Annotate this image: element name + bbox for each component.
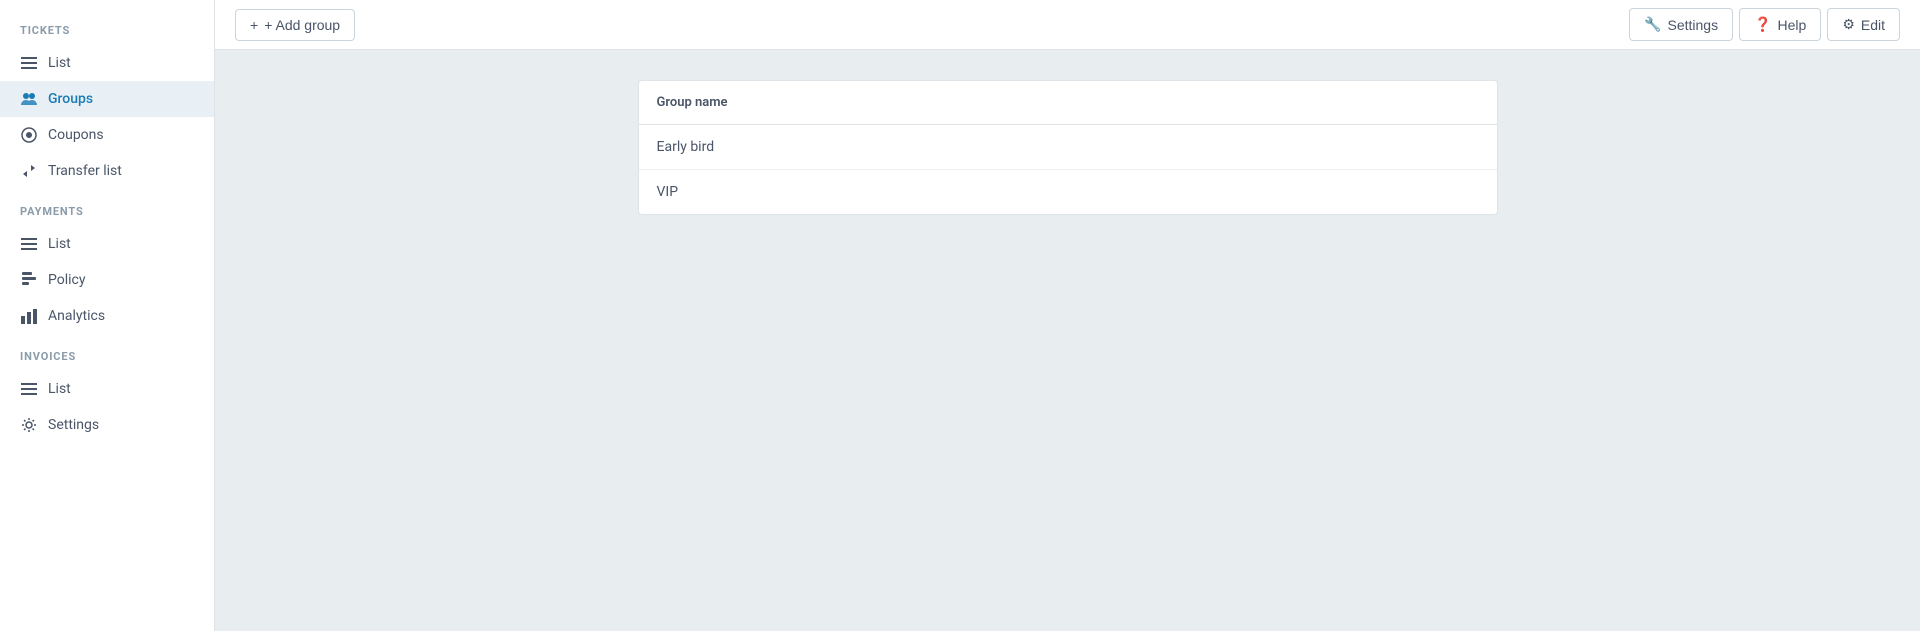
settings-label: Settings (1667, 17, 1718, 33)
edit-icon: ⚙ (1842, 16, 1855, 33)
list-icon (20, 235, 38, 253)
table-row[interactable]: Early bird (639, 125, 1497, 170)
content-area: Group name Early birdVIP (215, 50, 1920, 631)
analytics-icon (20, 307, 38, 325)
sidebar-item-label-payments-list: List (48, 236, 71, 252)
sidebar-item-label-payments-analytics: Analytics (48, 308, 105, 324)
sidebar-item-invoices-list[interactable]: List (0, 371, 214, 407)
help-icon: ❓ (1754, 16, 1771, 33)
add-group-button[interactable]: + + Add group (235, 9, 355, 41)
sidebar-item-payments-analytics[interactable]: Analytics (0, 298, 214, 334)
sidebar-item-payments-list[interactable]: List (0, 226, 214, 262)
wrench-icon: 🔧 (1644, 16, 1661, 33)
table-header: Group name (639, 81, 1497, 125)
sidebar-item-label-tickets-groups: Groups (48, 91, 93, 107)
sidebar-item-tickets-list[interactable]: List (0, 45, 214, 81)
sidebar-section-label: INVOICES (0, 334, 214, 371)
edit-button[interactable]: ⚙ Edit (1827, 8, 1900, 41)
sidebar-item-payments-policy[interactable]: Policy (0, 262, 214, 298)
table-row[interactable]: VIP (639, 170, 1497, 214)
coupons-icon (20, 126, 38, 144)
topbar-right: 🔧 Settings ❓ Help ⚙ Edit (1629, 8, 1900, 41)
sidebar-item-label-invoices-list: List (48, 381, 71, 397)
groups-table-card: Group name Early birdVIP (638, 80, 1498, 215)
sidebar-section-label: TICKETS (0, 8, 214, 45)
sidebar-item-label-tickets-list: List (48, 55, 71, 71)
sidebar-item-tickets-coupons[interactable]: Coupons (0, 117, 214, 153)
topbar: + + Add group 🔧 Settings ❓ Help ⚙ Edit (215, 0, 1920, 50)
plus-icon: + (250, 17, 258, 33)
sidebar-item-tickets-groups[interactable]: Groups (0, 81, 214, 117)
add-group-label: + Add group (264, 17, 340, 33)
sidebar: TICKETS List Groups Coupons Transfer list PAY… (0, 0, 215, 631)
help-label: Help (1778, 17, 1807, 33)
settings-icon (20, 416, 38, 434)
edit-label: Edit (1861, 17, 1885, 33)
sidebar-item-tickets-transfer-list[interactable]: Transfer list (0, 153, 214, 189)
sidebar-item-invoices-settings[interactable]: Settings (0, 407, 214, 443)
settings-button[interactable]: 🔧 Settings (1629, 8, 1733, 41)
policy-icon (20, 271, 38, 289)
sidebar-item-label-invoices-settings: Settings (48, 417, 99, 433)
list-icon (20, 54, 38, 72)
sidebar-item-label-tickets-transfer-list: Transfer list (48, 163, 122, 179)
transfer-icon (20, 162, 38, 180)
sidebar-item-label-payments-policy: Policy (48, 272, 86, 288)
topbar-left: + + Add group (235, 9, 355, 41)
groups-icon (20, 90, 38, 108)
help-button[interactable]: ❓ Help (1739, 8, 1821, 41)
main-content: + + Add group 🔧 Settings ❓ Help ⚙ Edit G… (215, 0, 1920, 631)
sidebar-item-label-tickets-coupons: Coupons (48, 127, 104, 143)
list-icon (20, 380, 38, 398)
sidebar-section-label: PAYMENTS (0, 189, 214, 226)
